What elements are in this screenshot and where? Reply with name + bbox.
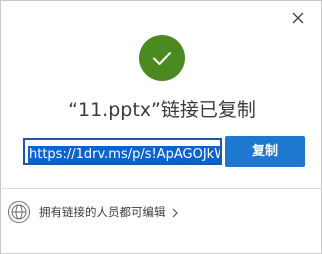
divider [2,188,322,189]
link-permission-setting[interactable]: 拥有链接的人员都可编辑 [8,200,178,224]
success-badge [139,35,185,81]
copy-button[interactable]: 复制 [225,136,305,167]
link-copied-dialog: “11.pptx”链接已复制 https://1drv.ms/p/s!ApAGO… [0,0,322,254]
close-icon [290,10,306,26]
checkmark-icon [153,52,171,65]
share-link-field[interactable]: https://1drv.ms/p/s!ApAGOJkW [23,138,222,165]
chevron-right-icon [172,203,178,222]
permission-label: 拥有链接的人员都可编辑 [39,205,166,219]
close-button[interactable] [290,10,306,26]
globe-icon [8,201,30,223]
dialog-title: “11.pptx”链接已复制 [68,99,256,121]
share-link-value[interactable]: https://1drv.ms/p/s!ApAGOJkW [28,146,220,163]
